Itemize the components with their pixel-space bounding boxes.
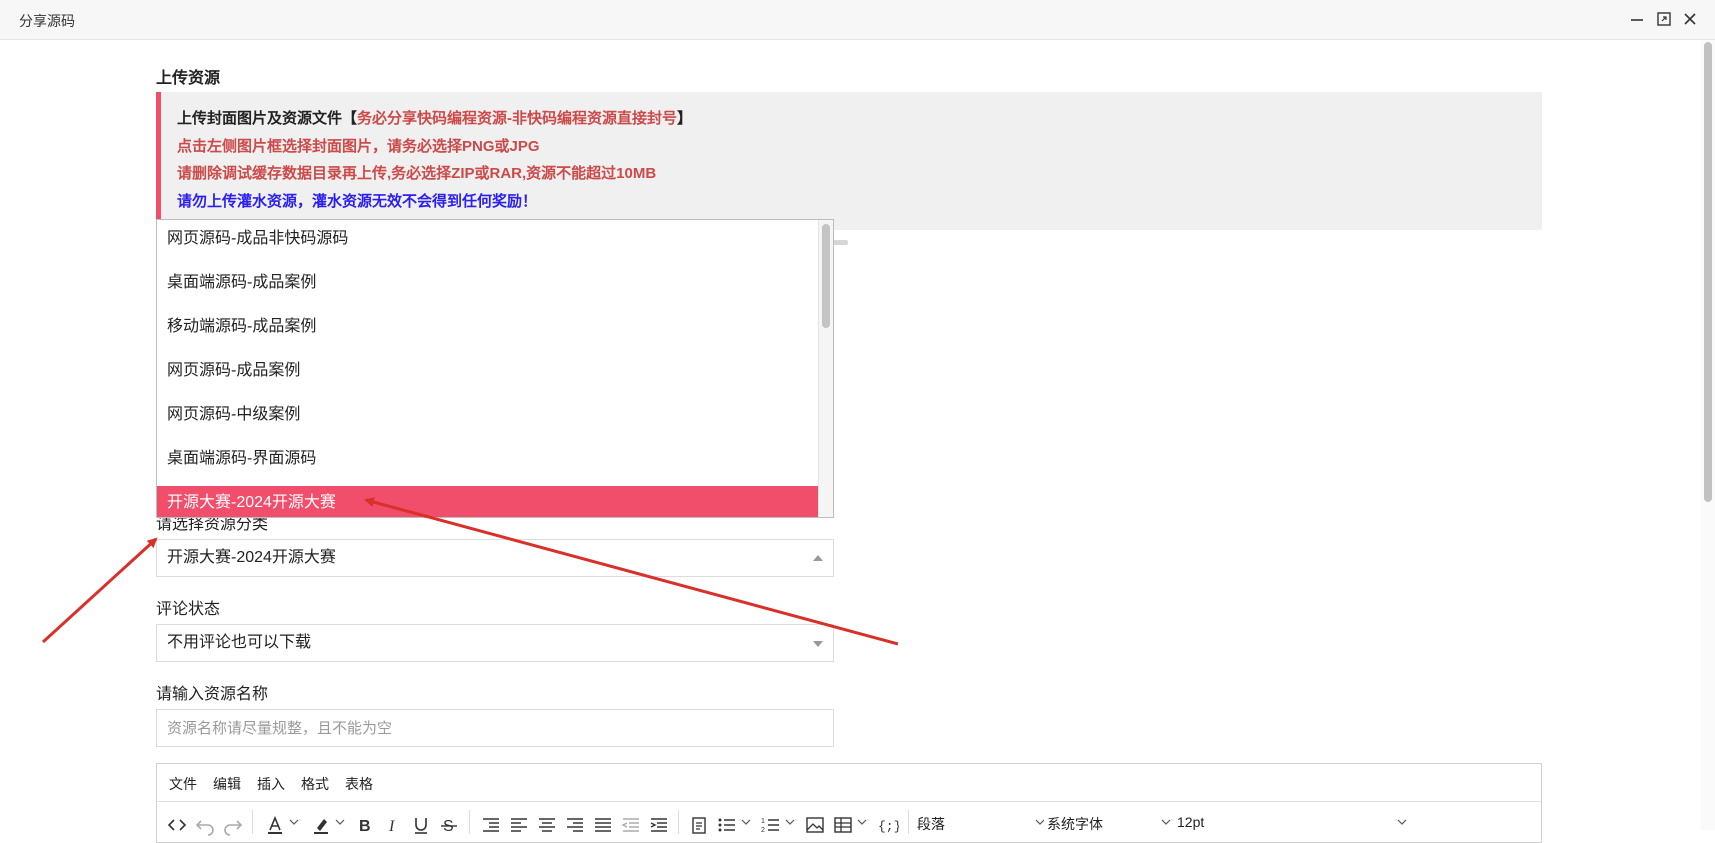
- svg-text:{;}: {;}: [878, 819, 899, 834]
- underline-icon[interactable]: [409, 813, 433, 837]
- toolbar-separator: [469, 810, 470, 834]
- highlight-icon[interactable]: [309, 813, 333, 837]
- dropdown-option-highlighted[interactable]: 开源大赛-2024开源大赛: [157, 486, 819, 517]
- notice-line-1: 上传封面图片及资源文件【务必分享快码编程资源-非快码编程资源直接封号】: [177, 110, 693, 127]
- editor-menubar: 文件 编辑 插入 格式 表格: [157, 764, 1541, 802]
- rich-text-editor[interactable]: 文件 编辑 插入 格式 表格 B I S 12 {;}: [156, 763, 1542, 843]
- menu-file[interactable]: 文件: [169, 774, 197, 794]
- notice-line-3: 请删除调试缓存数据目录再上传,务必选择ZIP或RAR,资源不能超过10MB: [177, 165, 657, 182]
- svg-text:B: B: [359, 818, 371, 835]
- mini-scroll-handle[interactable]: [832, 240, 848, 245]
- caret-up-icon: [813, 555, 823, 561]
- chevron-down-icon[interactable]: [289, 819, 299, 825]
- dropdown-option[interactable]: 网页源码-中级案例: [157, 398, 819, 432]
- chevron-down-icon[interactable]: [857, 819, 867, 825]
- bold-icon[interactable]: B: [353, 813, 377, 837]
- category-select-value: 开源大赛-2024开源大赛: [167, 549, 336, 566]
- editor-toolbar: B I S 12 {;} 段落 系统字体 12pt: [157, 802, 1541, 842]
- dropdown-option[interactable]: 桌面端源码-成品案例: [157, 266, 819, 300]
- resource-name-label: 请输入资源名称: [156, 686, 269, 703]
- redo-icon[interactable]: [221, 813, 245, 837]
- paragraph-select[interactable]: 段落: [917, 814, 945, 834]
- page-scrollbar-thumb[interactable]: [1704, 42, 1712, 502]
- category-dropdown-list[interactable]: 网页源码-成品非快码源码 桌面端源码-成品案例 移动端源码-成品案例 网页源码-…: [156, 219, 834, 518]
- toolbar-separator: [908, 810, 909, 834]
- numbered-list-icon[interactable]: 12: [759, 813, 783, 837]
- category-select[interactable]: 开源大赛-2024开源大赛: [156, 539, 834, 577]
- menu-format[interactable]: 格式: [301, 774, 329, 794]
- indent-icon[interactable]: [647, 813, 671, 837]
- undo-icon[interactable]: [193, 813, 217, 837]
- maximize-icon[interactable]: [1655, 10, 1673, 28]
- annotation-arrow-left: [41, 537, 158, 644]
- align-justify-icon[interactable]: [591, 813, 615, 837]
- paste-text-icon[interactable]: [687, 813, 711, 837]
- dropdown-option[interactable]: 网页源码-成品非快码源码: [157, 222, 819, 256]
- chevron-down-icon[interactable]: [1035, 819, 1045, 825]
- table-icon[interactable]: [831, 813, 855, 837]
- dropdown-option[interactable]: 网页源码-成品案例: [157, 354, 819, 388]
- toolbar-separator: [678, 810, 679, 834]
- window-titlebar: 分享源码: [0, 0, 1715, 40]
- minimize-icon[interactable]: [1628, 10, 1646, 28]
- strikethrough-icon[interactable]: S: [437, 813, 461, 837]
- notice-line-4: 请勿上传灌水资源，灌水资源无效不会得到任何奖励！: [177, 192, 538, 210]
- dropdown-scrollbar-thumb[interactable]: [822, 224, 830, 328]
- code-sample-icon[interactable]: {;}: [875, 813, 899, 837]
- text-color-icon[interactable]: [263, 813, 287, 837]
- toolbar-separator: [252, 810, 253, 834]
- comment-status-value: 不用评论也可以下载: [167, 634, 312, 651]
- line-height-icon[interactable]: [479, 813, 503, 837]
- dropdown-scrollbar-track[interactable]: [818, 220, 833, 517]
- svg-text:1: 1: [761, 818, 765, 825]
- align-right-icon[interactable]: [563, 813, 587, 837]
- chevron-down-icon[interactable]: [1161, 819, 1171, 825]
- section-title: 上传资源: [156, 70, 221, 87]
- font-size-select[interactable]: 12pt: [1177, 814, 1204, 830]
- chevron-down-icon[interactable]: [785, 819, 795, 825]
- notice-line-2: 点击左侧图片框选择封面图片，请务必选择PNG或JPG: [177, 137, 540, 155]
- code-icon[interactable]: [165, 813, 189, 837]
- caret-down-icon: [813, 641, 823, 647]
- chevron-down-icon[interactable]: [741, 819, 751, 825]
- outdent-icon[interactable]: [619, 813, 643, 837]
- menu-insert[interactable]: 插入: [257, 774, 285, 794]
- dropdown-option[interactable]: 桌面端源码-界面源码: [157, 442, 819, 476]
- window-title: 分享源码: [19, 13, 75, 29]
- svg-text:2: 2: [761, 827, 765, 834]
- chevron-down-icon[interactable]: [335, 819, 345, 825]
- comment-status-select[interactable]: 不用评论也可以下载: [156, 624, 834, 662]
- align-center-icon[interactable]: [535, 813, 559, 837]
- font-family-select[interactable]: 系统字体: [1047, 814, 1103, 834]
- align-left-icon[interactable]: [507, 813, 531, 837]
- italic-icon[interactable]: I: [381, 813, 405, 837]
- resource-name-input[interactable]: [156, 709, 834, 747]
- close-icon[interactable]: [1681, 10, 1699, 28]
- image-icon[interactable]: [803, 813, 827, 837]
- menu-table[interactable]: 表格: [345, 774, 373, 794]
- bullet-list-icon[interactable]: [715, 813, 739, 837]
- menu-edit[interactable]: 编辑: [213, 774, 241, 794]
- chevron-down-icon[interactable]: [1397, 819, 1407, 825]
- upload-notice: 上传封面图片及资源文件【务必分享快码编程资源-非快码编程资源直接封号】 点击左侧…: [156, 92, 1542, 230]
- comment-status-label: 评论状态: [156, 601, 221, 618]
- dropdown-option[interactable]: 移动端源码-成品案例: [157, 310, 819, 344]
- svg-text:I: I: [388, 818, 395, 835]
